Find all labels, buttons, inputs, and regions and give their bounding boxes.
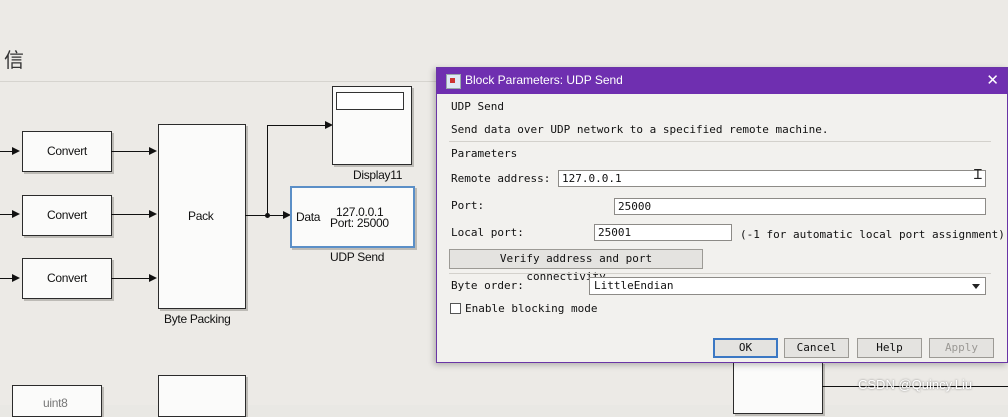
signal-line[interactable] bbox=[111, 214, 151, 215]
block-label: Convert bbox=[47, 144, 87, 158]
dialog-titlebar[interactable]: Block Parameters: UDP Send ✕ bbox=[437, 68, 1007, 94]
local-port-hint: (-1 for automatic local port assignment) bbox=[740, 228, 1005, 241]
blocking-mode-checkbox[interactable] bbox=[450, 303, 461, 314]
convert-block-1[interactable]: Convert bbox=[22, 131, 112, 172]
display-name: Display11 bbox=[353, 168, 403, 182]
chevron-down-icon bbox=[972, 284, 980, 289]
port-input[interactable]: 25000 bbox=[614, 198, 986, 215]
byte-packing-name: Byte Packing bbox=[164, 312, 231, 326]
arrow-head bbox=[12, 274, 20, 282]
block-label: Convert bbox=[47, 271, 87, 285]
byte-packing-block[interactable]: Pack bbox=[158, 124, 246, 309]
port-label: Port: bbox=[451, 199, 485, 212]
partial-block-bottom-right[interactable] bbox=[733, 362, 823, 414]
close-icon[interactable]: ✕ bbox=[986, 71, 999, 89]
block-label: Pack bbox=[188, 209, 214, 223]
udp-send-block[interactable]: Data 127.0.0.1 Port: 25000 bbox=[290, 186, 415, 248]
simulink-app-icon bbox=[446, 74, 461, 89]
byte-order-label: Byte order: bbox=[451, 279, 524, 292]
watermark: CSDN @Quincy.Liu bbox=[858, 377, 973, 392]
byte-order-value: LittleEndian bbox=[594, 279, 674, 292]
model-title-fragment: 信 bbox=[4, 48, 24, 72]
arrow-head bbox=[149, 147, 157, 155]
convert-block-2[interactable]: Convert bbox=[22, 195, 112, 236]
ok-button[interactable]: OK bbox=[713, 338, 778, 358]
arrow-head bbox=[12, 147, 20, 155]
apply-button[interactable]: Apply bbox=[929, 338, 994, 358]
block-type-label: UDP Send bbox=[451, 100, 504, 113]
text-cursor-icon: Ɪ bbox=[974, 166, 982, 182]
byte-order-select[interactable]: LittleEndian bbox=[589, 277, 986, 295]
dialog-title: Block Parameters: UDP Send bbox=[465, 73, 623, 87]
arrow-head bbox=[149, 274, 157, 282]
remote-address-label: Remote address: bbox=[451, 172, 551, 185]
cancel-button[interactable]: Cancel bbox=[784, 338, 849, 358]
udp-send-name: UDP Send bbox=[330, 250, 385, 264]
signal-line[interactable] bbox=[267, 125, 268, 215]
signal-line[interactable] bbox=[111, 151, 151, 152]
block-parameters-dialog[interactable]: Block Parameters: UDP Send ✕ UDP Send Se… bbox=[436, 67, 1008, 363]
block-label: Convert bbox=[47, 208, 87, 222]
block-label: uint8 bbox=[43, 396, 68, 410]
divider bbox=[449, 273, 991, 274]
signal-line[interactable] bbox=[111, 278, 151, 279]
block-description: Send data over UDP network to a specifie… bbox=[451, 123, 829, 136]
parameters-heading: Parameters bbox=[451, 147, 518, 160]
udp-port-text: Port: 25000 bbox=[330, 216, 389, 230]
local-port-label: Local port: bbox=[451, 226, 524, 239]
arrow-head bbox=[149, 210, 157, 218]
blocking-mode-label: Enable blocking mode bbox=[465, 302, 598, 315]
arrow-head bbox=[12, 210, 20, 218]
remote-address-input[interactable]: 127.0.0.1 bbox=[558, 170, 986, 187]
partial-block-bottom-left[interactable]: uint8 bbox=[12, 385, 102, 417]
convert-block-3[interactable]: Convert bbox=[22, 258, 112, 299]
display-readout bbox=[336, 92, 404, 110]
display-block[interactable] bbox=[332, 86, 412, 165]
input-port-label: Data bbox=[296, 210, 321, 224]
help-button[interactable]: Help bbox=[857, 338, 922, 358]
signal-line[interactable] bbox=[267, 125, 327, 126]
verify-connectivity-button[interactable]: Verify address and port connectivity... bbox=[449, 249, 703, 283]
partial-block-bottom[interactable] bbox=[158, 375, 246, 417]
local-port-input[interactable]: 25001 bbox=[594, 224, 732, 241]
divider bbox=[449, 141, 991, 142]
